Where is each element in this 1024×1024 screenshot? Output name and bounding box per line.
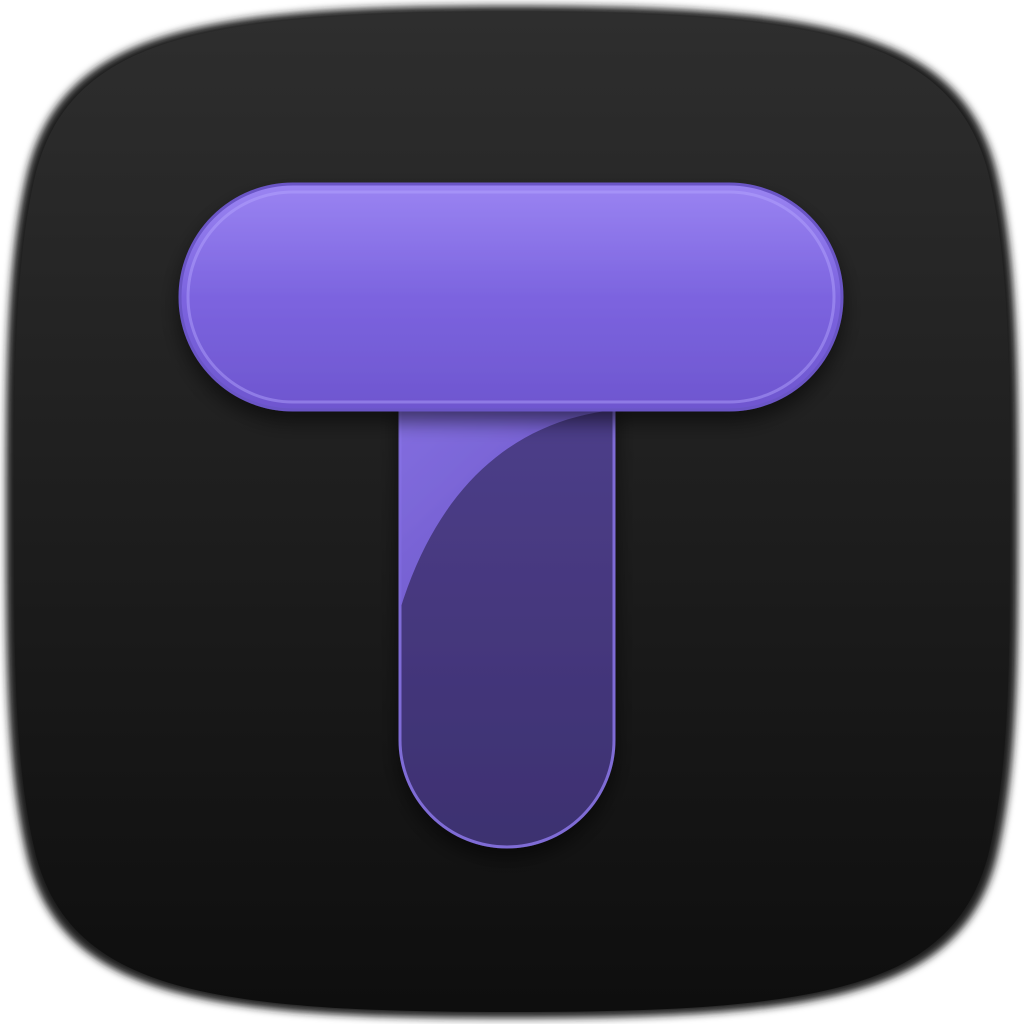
t-letter-icon: [6, 6, 1018, 1018]
t-bar: [178, 182, 844, 412]
t-stem: [398, 398, 616, 849]
app-icon-canvas: [0, 0, 1024, 1024]
app-icon[interactable]: [0, 0, 1024, 1024]
